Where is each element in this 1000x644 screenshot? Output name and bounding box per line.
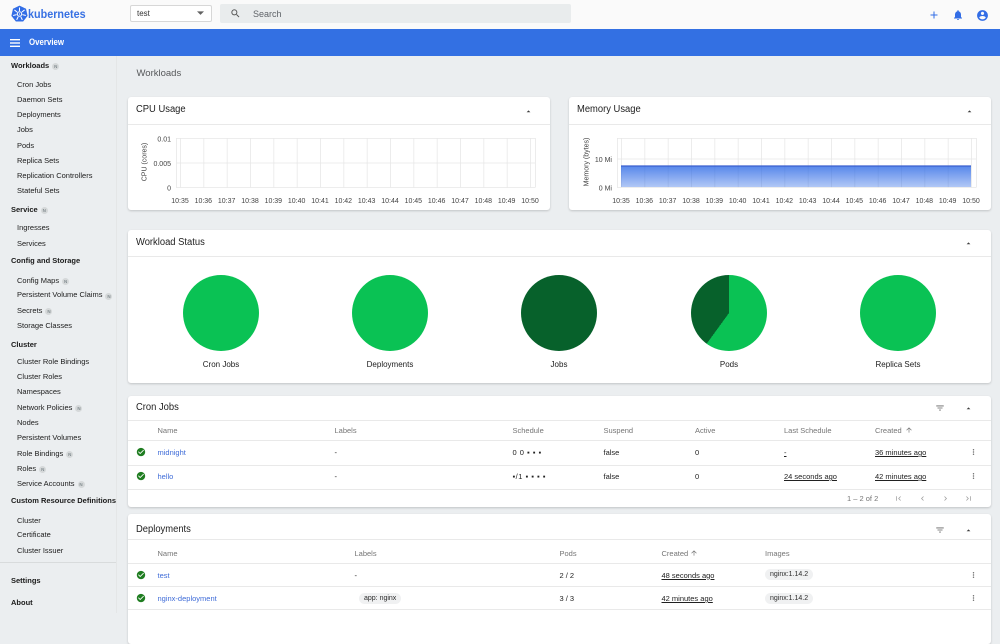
svg-text:10:35: 10:35 <box>612 198 630 205</box>
svg-text:10:44: 10:44 <box>822 198 840 205</box>
svg-text:10:47: 10:47 <box>892 198 910 205</box>
svg-text:10:39: 10:39 <box>706 198 724 205</box>
svg-text:10:49: 10:49 <box>939 198 957 205</box>
svg-text:10:38: 10:38 <box>682 198 700 205</box>
svg-text:10:42: 10:42 <box>335 198 353 205</box>
svg-text:10:49: 10:49 <box>498 198 516 205</box>
svg-text:10:50: 10:50 <box>521 198 539 205</box>
svg-text:10:38: 10:38 <box>241 198 259 205</box>
svg-text:10:48: 10:48 <box>916 198 934 205</box>
svg-text:10:48: 10:48 <box>475 198 493 205</box>
svg-text:0: 0 <box>167 185 171 192</box>
svg-text:10:43: 10:43 <box>358 198 376 205</box>
svg-text:10:41: 10:41 <box>311 198 329 205</box>
svg-text:10:47: 10:47 <box>451 198 469 205</box>
svg-text:10:41: 10:41 <box>752 198 770 205</box>
svg-text:10:35: 10:35 <box>171 198 189 205</box>
svg-text:10:46: 10:46 <box>869 198 887 205</box>
svg-text:10:42: 10:42 <box>776 198 794 205</box>
svg-text:10:45: 10:45 <box>405 198 423 205</box>
svg-text:10:37: 10:37 <box>659 198 677 205</box>
svg-text:10:45: 10:45 <box>846 198 864 205</box>
svg-text:10:37: 10:37 <box>218 198 236 205</box>
svg-text:10:50: 10:50 <box>962 198 980 205</box>
svg-text:10:40: 10:40 <box>729 198 747 205</box>
svg-text:10:46: 10:46 <box>428 198 446 205</box>
svg-text:10:40: 10:40 <box>288 198 306 205</box>
svg-text:10 Mi: 10 Mi <box>595 157 613 164</box>
svg-text:0.005: 0.005 <box>153 161 171 168</box>
svg-text:0 Mi: 0 Mi <box>599 185 613 192</box>
svg-text:0.01: 0.01 <box>157 136 171 143</box>
svg-text:10:43: 10:43 <box>799 198 817 205</box>
svg-text:10:36: 10:36 <box>636 198 654 205</box>
svg-text:10:36: 10:36 <box>195 198 213 205</box>
svg-text:10:39: 10:39 <box>265 198 283 205</box>
svg-text:10:44: 10:44 <box>381 198 399 205</box>
